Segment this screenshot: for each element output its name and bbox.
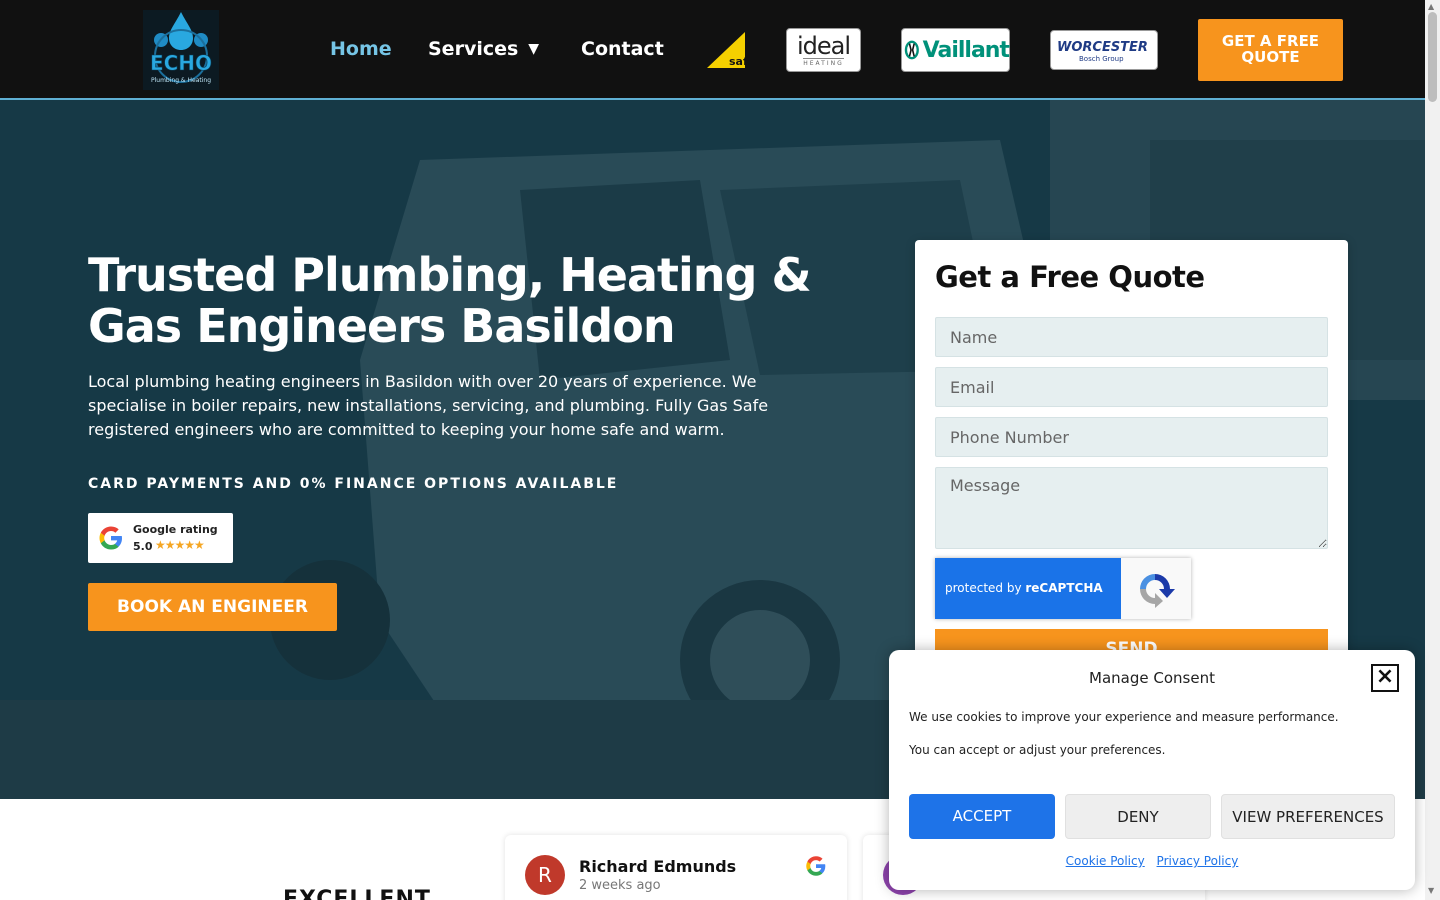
site-header: ECHO Plumbing & Heating Home Services ▼ C… bbox=[0, 0, 1425, 100]
vaillant-hare-icon bbox=[904, 40, 919, 60]
quote-form-title: Get a Free Quote bbox=[935, 260, 1205, 294]
vaillant-logo: Vaillant bbox=[901, 28, 1010, 72]
cookie-consent-dialog: Manage Consent × We use cookies to impro… bbox=[889, 650, 1415, 890]
vaillant-logo-text: Vaillant bbox=[922, 37, 1010, 63]
star-rating-icons: ★★★★★ bbox=[155, 538, 205, 552]
ideal-logo-subtext: HEATING bbox=[803, 57, 844, 67]
reviewer-name: Richard Edmunds bbox=[579, 857, 737, 876]
consent-text-1: We use cookies to improve your experienc… bbox=[909, 710, 1339, 724]
scroll-up-arrow-icon[interactable]: ▲ bbox=[1428, 2, 1434, 11]
recaptcha-label: protected by reCAPTCHA bbox=[935, 558, 1121, 619]
get-free-quote-button[interactable]: GET A FREE QUOTE bbox=[1198, 19, 1343, 81]
page-scrollbar[interactable]: ▲ ▼ bbox=[1425, 0, 1440, 900]
reviewer-avatar: R bbox=[525, 855, 565, 895]
google-rating-label: Google rating bbox=[133, 523, 218, 536]
worcester-logo-text: WORCESTER bbox=[1057, 39, 1148, 55]
recaptcha-widget[interactable]: protected by reCAPTCHA bbox=[935, 558, 1191, 619]
cookie-policy-link[interactable]: Cookie Policy bbox=[1066, 854, 1145, 868]
close-icon[interactable]: × bbox=[1371, 664, 1399, 692]
google-icon bbox=[99, 526, 122, 550]
worcester-logo: WORCESTER Bosch Group bbox=[1050, 30, 1158, 70]
google-icon bbox=[806, 856, 826, 876]
message-textarea[interactable] bbox=[935, 467, 1328, 549]
recaptcha-text: protected by bbox=[945, 581, 1026, 595]
nav-home[interactable]: Home bbox=[330, 38, 392, 60]
view-preferences-button[interactable]: VIEW PREFERENCES bbox=[1221, 794, 1395, 839]
email-input[interactable] bbox=[935, 367, 1328, 407]
card-payments-note: CARD PAYMENTS AND 0% FINANCE OPTIONS AVA… bbox=[88, 476, 619, 492]
nav-services[interactable]: Services ▼ bbox=[428, 38, 539, 60]
book-engineer-button[interactable]: BOOK AN ENGINEER bbox=[88, 583, 337, 631]
nav-contact[interactable]: Contact bbox=[581, 38, 664, 60]
google-rating-badge[interactable]: Google rating 5.0 ★★★★★ bbox=[88, 513, 233, 563]
svg-text:safe: safe bbox=[729, 55, 745, 68]
scroll-down-arrow-icon[interactable]: ▼ bbox=[1428, 886, 1434, 895]
name-input[interactable] bbox=[935, 317, 1328, 357]
svg-text:Plumbing & Heating: Plumbing & Heating bbox=[151, 77, 211, 84]
hero-title: Trusted Plumbing, Heating & Gas Engineer… bbox=[88, 248, 812, 353]
google-rating-score: 5.0 bbox=[133, 540, 153, 553]
nav-services-label: Services bbox=[428, 38, 519, 60]
quote-form: Get a Free Quote protected by reCAPTCHA … bbox=[915, 240, 1348, 660]
review-card[interactable]: R Richard Edmunds 2 weeks ago bbox=[505, 835, 847, 900]
gas-safe-logo: safe bbox=[707, 32, 755, 68]
recaptcha-brand: reCAPTCHA bbox=[1025, 581, 1103, 595]
scrollbar-thumb[interactable] bbox=[1428, 12, 1437, 102]
ideal-logo-text: ideal bbox=[796, 31, 851, 60]
echo-logo[interactable]: ECHO Plumbing & Heating bbox=[143, 10, 219, 90]
consent-links: Cookie Policy Privacy Policy bbox=[889, 854, 1415, 868]
accept-button[interactable]: ACCEPT bbox=[909, 794, 1055, 839]
hero-description: Local plumbing heating engineers in Basi… bbox=[88, 372, 769, 439]
recaptcha-icon bbox=[1140, 574, 1175, 608]
deny-button[interactable]: DENY bbox=[1065, 794, 1211, 839]
review-date: 2 weeks ago bbox=[579, 878, 661, 893]
worcester-logo-subtext: Bosch Group bbox=[1079, 54, 1124, 63]
phone-input[interactable] bbox=[935, 417, 1328, 457]
consent-text-2: You can accept or adjust your preference… bbox=[909, 743, 1166, 757]
svg-text:ECHO: ECHO bbox=[150, 51, 212, 75]
consent-title: Manage Consent bbox=[1089, 669, 1215, 687]
chevron-down-icon: ▼ bbox=[528, 41, 540, 57]
privacy-policy-link[interactable]: Privacy Policy bbox=[1157, 854, 1239, 868]
ideal-heating-logo: ideal HEATING bbox=[786, 28, 861, 72]
reviews-heading: EXCELLENT bbox=[283, 887, 431, 900]
